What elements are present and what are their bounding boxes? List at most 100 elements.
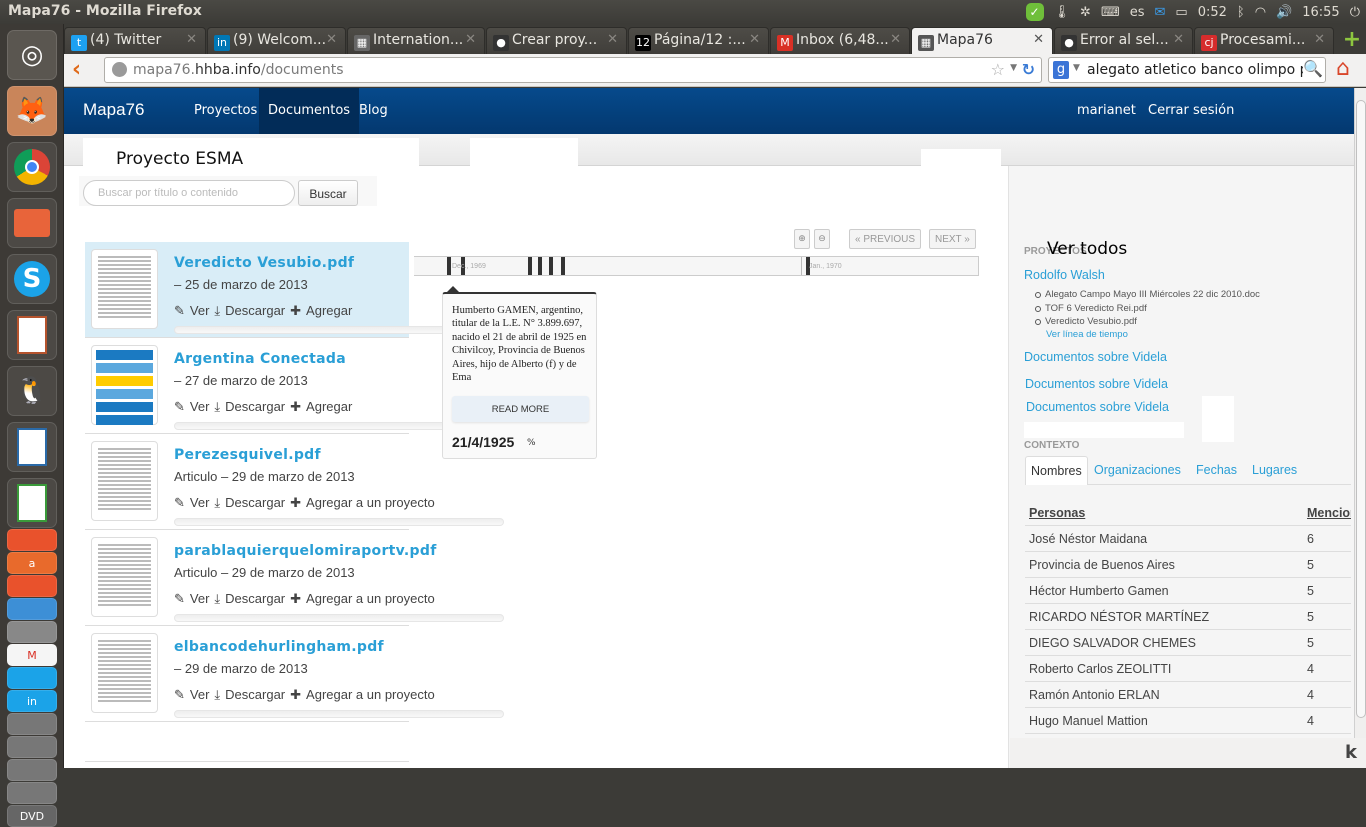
close-tab-icon[interactable]: ✕: [1033, 32, 1044, 47]
timeline-event[interactable]: [447, 257, 451, 275]
browser-tab[interactable]: cj Procesami... ✕: [1194, 27, 1334, 54]
search-input[interactable]: Buscar por título o contenido: [83, 180, 295, 206]
descargar-link[interactable]: Descargar: [225, 399, 285, 414]
zoom-out-icon[interactable]: ⊖: [814, 229, 830, 249]
project-document[interactable]: Alegato Campo Mayo III Miércoles 22 dic …: [1033, 288, 1260, 302]
back-arrow-icon[interactable]: ‹: [72, 57, 81, 82]
document-title[interactable]: elbancodehurlingham.pdf: [174, 639, 384, 655]
close-tab-icon[interactable]: ✕: [1314, 32, 1325, 47]
document-title[interactable]: Argentina Conectada: [174, 351, 346, 367]
drive-icon[interactable]: [7, 782, 57, 804]
download-icon[interactable]: ⤓: [214, 303, 220, 318]
url-bar[interactable]: mapa76.hhba.info/documents ☆ ▼ ↻: [104, 57, 1042, 83]
ubuntu-software-icon[interactable]: [7, 575, 57, 597]
close-tab-icon[interactable]: ✕: [326, 32, 337, 47]
amazon-icon[interactable]: a: [7, 552, 57, 574]
plus-icon[interactable]: ✚: [290, 399, 301, 414]
edit-icon[interactable]: ✎: [174, 399, 185, 414]
search-button[interactable]: Buscar: [298, 180, 358, 206]
person-name[interactable]: Ramón Antonio ERLAN: [1029, 688, 1160, 702]
column-personas[interactable]: Personas: [1029, 506, 1085, 520]
ver-link[interactable]: Ver: [190, 495, 210, 510]
table-row[interactable]: Ramón Antonio ERLAN 4: [1025, 681, 1351, 707]
url-dropdown-icon[interactable]: ▼: [1010, 63, 1017, 73]
timeline-previous-button[interactable]: « PREVIOUS: [849, 229, 922, 249]
browser-tab[interactable]: ● Error al sel... ✕: [1054, 27, 1193, 54]
document-title[interactable]: Veredicto Vesubio.pdf: [174, 255, 354, 271]
page-scrollbar[interactable]: [1354, 88, 1366, 738]
close-tab-icon[interactable]: ✕: [607, 32, 618, 47]
nav-logout[interactable]: Cerrar sesión: [1139, 88, 1243, 134]
plus-icon[interactable]: ✚: [290, 303, 301, 318]
new-tab-icon[interactable]: +: [1340, 27, 1364, 54]
project-link[interactable]: Documentos sobre Videla: [1026, 400, 1169, 414]
document-thumbnail[interactable]: [91, 345, 158, 425]
plus-icon[interactable]: ✚: [290, 495, 301, 510]
project-link[interactable]: Rodolfo Walsh: [1024, 268, 1105, 282]
descargar-link[interactable]: Descargar: [225, 591, 285, 606]
close-tab-icon[interactable]: ✕: [890, 32, 901, 47]
download-icon[interactable]: ⤓: [214, 399, 220, 414]
project-document[interactable]: TOF 6 Veredicto Rei.pdf: [1033, 302, 1260, 316]
site-brand[interactable]: Mapa76: [83, 100, 144, 120]
web-search-box[interactable]: g ▼ alegato atletico banco olimpo pc 🔍: [1048, 57, 1326, 83]
ver-link[interactable]: Ver: [190, 303, 210, 318]
browser-tab[interactable]: t (4) Twitter ✕: [64, 27, 206, 54]
table-row[interactable]: RICARDO NÉSTOR MARTÍNEZ 5: [1025, 603, 1351, 629]
project-document[interactable]: Veredicto Vesubio.pdf: [1033, 315, 1260, 329]
ubuntu-one-icon[interactable]: [7, 529, 57, 551]
libreoffice-writer-icon[interactable]: [7, 422, 57, 472]
project-link[interactable]: Documentos sobre Videla: [1025, 377, 1168, 391]
download-icon[interactable]: ⤓: [214, 591, 220, 606]
close-tab-icon[interactable]: ✕: [1173, 32, 1184, 47]
home-icon[interactable]: ⌂: [1336, 56, 1350, 81]
settings-gear-icon[interactable]: ✲: [1080, 5, 1091, 20]
ver-link[interactable]: Ver: [190, 591, 210, 606]
timeline-band[interactable]: Dec., 1969 Jan., 1970: [414, 256, 979, 276]
person-name[interactable]: Héctor Humberto Gamen: [1029, 584, 1169, 598]
table-row[interactable]: Roberto Carlos ZEOLITTI 4: [1025, 655, 1351, 681]
edit-icon[interactable]: ✎: [174, 591, 185, 606]
search-magnifier-icon[interactable]: 🔍: [1303, 59, 1323, 79]
pidgin-icon[interactable]: 🐧: [7, 366, 57, 416]
document-title[interactable]: parablaquierquelomiraportv.pdf: [174, 543, 437, 559]
firefox-icon[interactable]: 🦊: [7, 86, 57, 136]
agregar-link[interactable]: Agregar a un proyecto: [306, 495, 435, 510]
descargar-link[interactable]: Descargar: [225, 687, 285, 702]
battery-icon[interactable]: ▭: [1175, 5, 1187, 20]
dropbox-icon[interactable]: [7, 598, 57, 620]
workspace-icon[interactable]: [7, 621, 57, 643]
tab-organizaciones[interactable]: Organizaciones: [1089, 456, 1186, 485]
document-thumbnail[interactable]: [91, 249, 158, 329]
engine-dropdown-icon[interactable]: ▼: [1073, 63, 1080, 73]
nav-documentos[interactable]: Documentos: [259, 88, 360, 134]
document-thumbnail[interactable]: [91, 537, 158, 617]
bookmark-star-icon[interactable]: ☆: [991, 60, 1005, 79]
browser-tab[interactable]: ▦ Internation... ✕: [347, 27, 485, 54]
timeline-event[interactable]: [528, 257, 532, 275]
sync-ok-icon[interactable]: ✓: [1025, 3, 1044, 21]
timeline-event[interactable]: [538, 257, 542, 275]
chrome-icon[interactable]: [7, 142, 57, 192]
read-more-button[interactable]: READ MORE: [452, 396, 589, 422]
scrollbar-thumb[interactable]: [1356, 100, 1366, 718]
person-name[interactable]: DIEGO SALVADOR CHEMES: [1029, 636, 1196, 650]
browser-tab[interactable]: in (9) Welcom... ✕: [207, 27, 346, 54]
table-row[interactable]: José Néstor Maidana 6: [1025, 525, 1351, 551]
timeline-event[interactable]: [561, 257, 565, 275]
document-title[interactable]: Perezesquivel.pdf: [174, 447, 321, 463]
document-thumbnail[interactable]: [91, 633, 158, 713]
close-tab-icon[interactable]: ✕: [186, 32, 197, 47]
ver-todos-link[interactable]: Ver todos: [1047, 239, 1127, 259]
linkedin-icon[interactable]: in: [7, 690, 57, 712]
keyboard-icon[interactable]: ⌨: [1101, 5, 1120, 20]
twitter-icon[interactable]: [7, 667, 57, 689]
files-folder-icon[interactable]: [7, 198, 57, 248]
timeline-link[interactable]: Ver línea de tiempo: [1046, 329, 1128, 340]
timeline-next-button[interactable]: NEXT »: [929, 229, 976, 249]
tab-lugares[interactable]: Lugares: [1247, 456, 1302, 485]
drive-icon[interactable]: [7, 713, 57, 735]
descargar-link[interactable]: Descargar: [225, 495, 285, 510]
person-name[interactable]: José Néstor Maidana: [1029, 532, 1147, 546]
nav-proyectos[interactable]: Proyectos: [185, 88, 266, 134]
